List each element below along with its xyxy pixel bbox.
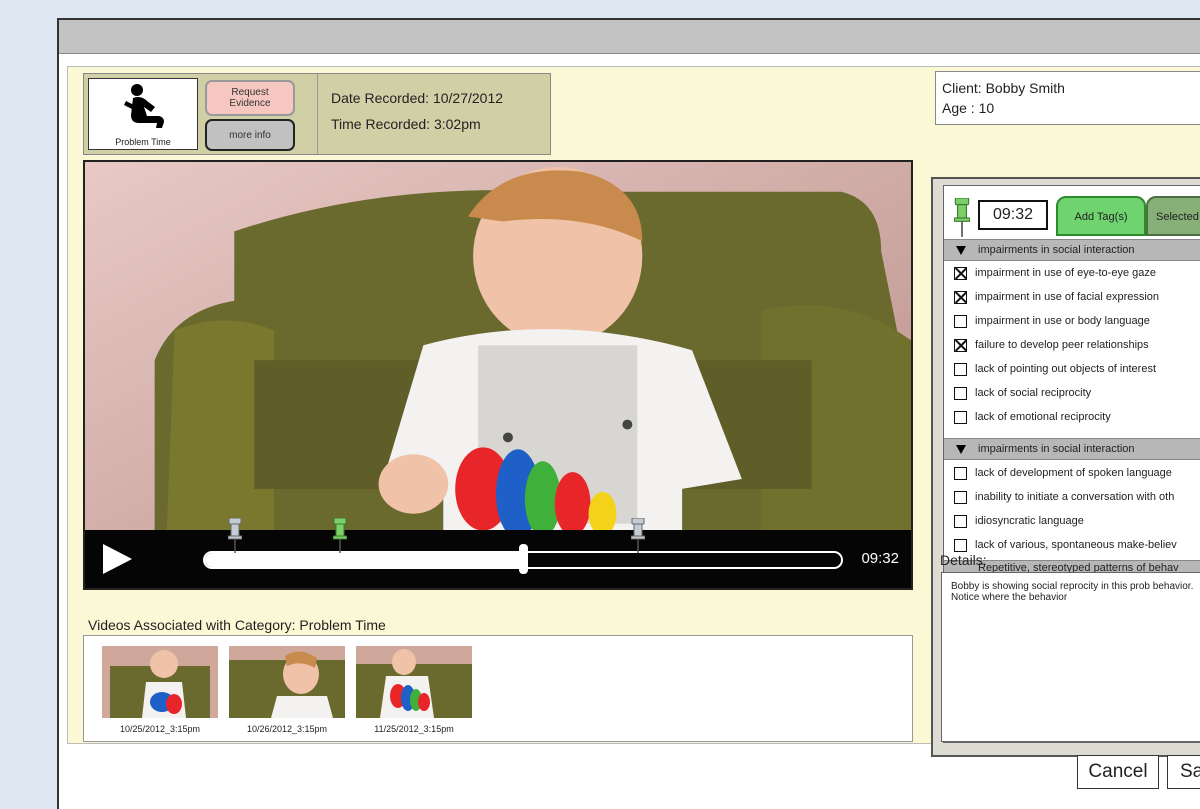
recording-header: Problem Time Request Evidence more info … — [83, 73, 551, 155]
green-pin-icon[interactable] — [954, 198, 970, 238]
tag-section-header[interactable]: impairments in social interaction — [944, 239, 1200, 261]
triangle-down-icon — [956, 246, 966, 255]
associated-videos-list: 10/25/2012_3:15pm 10/26/2012_3:15pm 11/2… — [83, 635, 913, 742]
save-button[interactable]: Sa — [1167, 755, 1200, 789]
request-evidence-button[interactable]: Request Evidence — [205, 80, 295, 116]
tag-label: idiosyncratic language — [975, 515, 1084, 527]
checkbox[interactable] — [954, 387, 967, 400]
time-recorded: Time Recorded: 3:02pm — [331, 116, 481, 132]
cancel-button[interactable]: Cancel — [1077, 755, 1159, 789]
more-info-button[interactable]: more info — [205, 119, 295, 151]
checkbox-checked[interactable] — [954, 339, 967, 352]
tag-label: lack of emotional reciprocity — [975, 411, 1111, 423]
checkbox[interactable] — [954, 491, 967, 504]
details-textarea[interactable]: Bobby is showing social reprocity in thi… — [941, 572, 1200, 742]
gray-pin-icon[interactable] — [228, 518, 242, 554]
seek-thumb[interactable] — [519, 544, 528, 574]
player-controls: 09:32 — [85, 518, 911, 588]
category-tile[interactable]: Problem Time — [88, 78, 198, 150]
checkbox[interactable] — [954, 539, 967, 552]
gray-pin-icon[interactable] — [631, 518, 645, 554]
checkbox[interactable] — [954, 363, 967, 376]
sitting-person-icon — [124, 84, 164, 128]
checkbox[interactable] — [954, 467, 967, 480]
checkbox[interactable] — [954, 515, 967, 528]
video-thumbnail-label: 10/26/2012_3:15pm — [246, 724, 328, 734]
associated-videos-title: Videos Associated with Category: Problem… — [88, 617, 386, 633]
video-frame — [85, 162, 911, 588]
tag-section-title: impairments in social interaction — [978, 244, 1135, 256]
checkbox[interactable] — [954, 315, 967, 328]
tag-label: impairment in use or body language — [975, 315, 1150, 327]
tag-label: impairment in use of eye-to-eye gaze — [975, 267, 1156, 279]
video-thumbnail[interactable] — [102, 646, 218, 718]
video-duration: 09:32 — [861, 550, 899, 567]
client-age: Age : 10 — [942, 100, 995, 116]
tag-label: failure to develop peer relationships — [975, 339, 1149, 351]
tag-section-title: impairments in social interaction — [978, 443, 1135, 455]
tag-time-field[interactable]: 09:32 — [978, 200, 1048, 230]
triangle-down-icon — [956, 445, 966, 454]
green-pin-icon[interactable] — [333, 518, 347, 554]
video-thumbnail[interactable] — [229, 646, 345, 718]
client-name: Client: Bobby Smith — [942, 80, 1065, 96]
checkbox-checked[interactable] — [954, 291, 967, 304]
video-player[interactable]: 09:32 — [83, 160, 913, 590]
checkbox-checked[interactable] — [954, 267, 967, 280]
tag-label: lack of various, spontaneous make-believ — [975, 539, 1177, 551]
header-divider — [317, 74, 318, 154]
tag-label: inability to initiate a conversation wit… — [975, 491, 1175, 503]
tag-section-header[interactable]: impairments in social interaction — [944, 438, 1200, 460]
category-label: Problem Time — [115, 137, 171, 147]
main-panel: Problem Time Request Evidence more info … — [67, 66, 1200, 757]
video-thumbnail-label: 11/25/2012_3:15pm — [374, 724, 454, 734]
app-window: Problem Time Request Evidence more info … — [57, 18, 1200, 809]
tag-label: lack of pointing out objects of interest — [975, 363, 1156, 375]
tag-label: lack of social reciprocity — [975, 387, 1092, 399]
seek-bar-progress — [205, 553, 523, 567]
play-button[interactable] — [103, 544, 132, 574]
video-thumbnail[interactable] — [356, 646, 472, 718]
client-info: Client: Bobby Smith Age : 10 — [935, 71, 1200, 125]
checkbox[interactable] — [954, 411, 967, 424]
tag-label: lack of development of spoken language — [975, 467, 1172, 479]
details-label: Details: — [940, 552, 987, 568]
title-bar — [59, 20, 1200, 54]
date-recorded: Date Recorded: 10/27/2012 — [331, 90, 504, 106]
tab-add-tags[interactable]: Add Tag(s) — [1056, 196, 1146, 236]
tag-label: impairment in use of facial expression — [975, 291, 1160, 303]
tag-toolbar: 09:32 Add Tag(s) Selected T — [944, 186, 1200, 238]
video-thumbnail-label: 10/25/2012_3:15pm — [119, 724, 201, 734]
tab-selected-tags[interactable]: Selected T — [1146, 196, 1200, 236]
